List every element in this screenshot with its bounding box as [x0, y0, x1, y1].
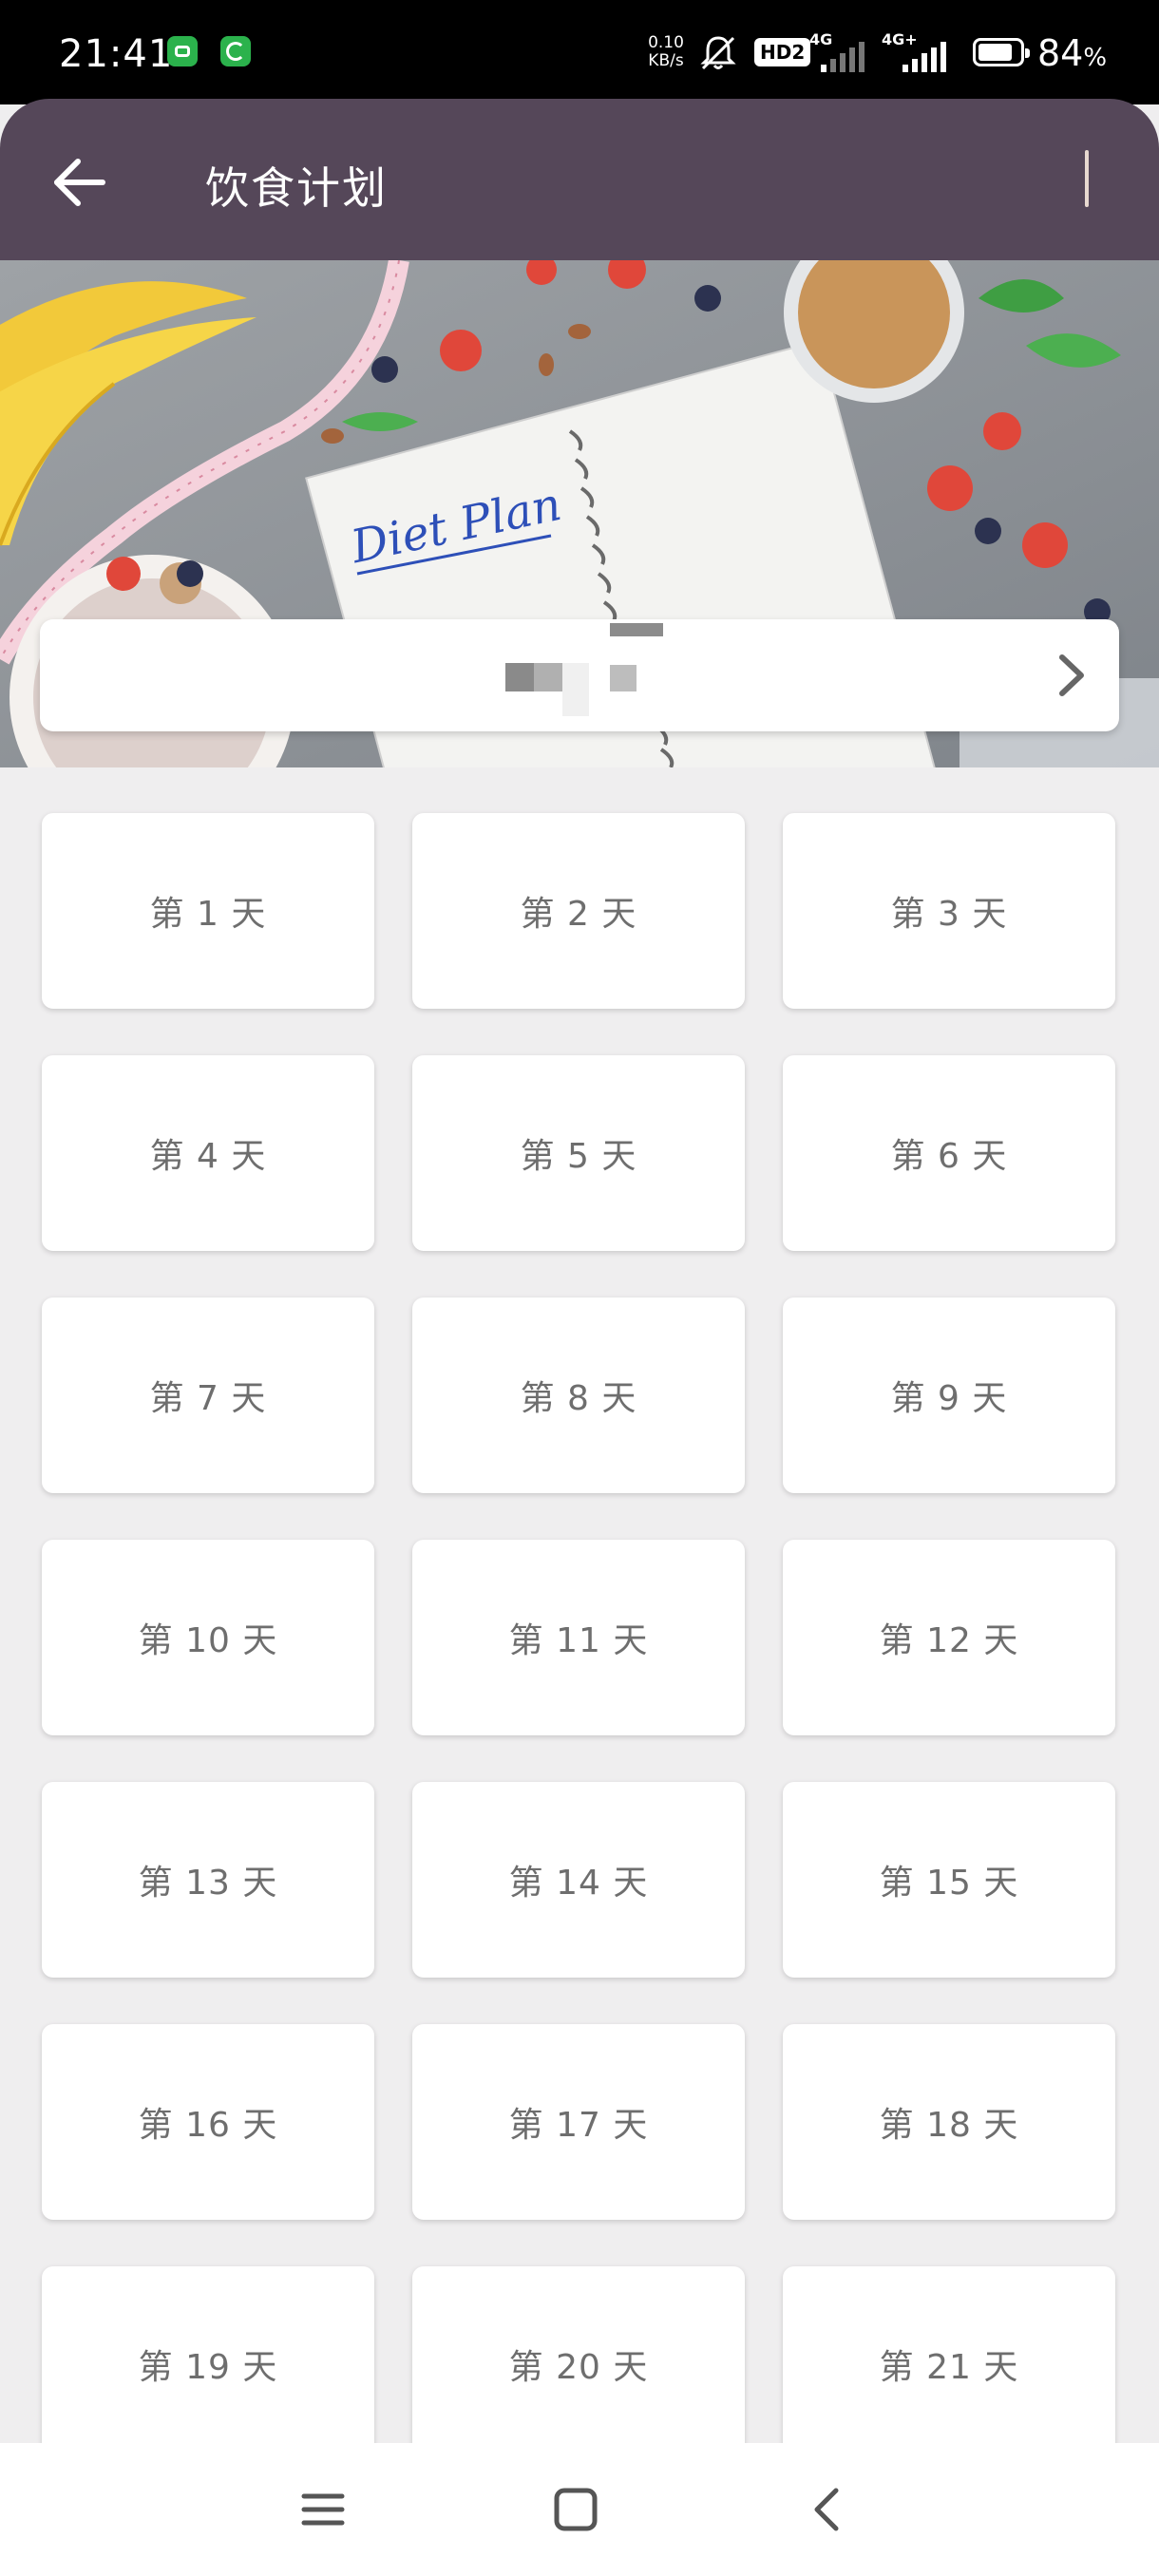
- mute-icon: [700, 36, 736, 70]
- day-card[interactable]: 第 1 天: [42, 813, 374, 1009]
- day-card[interactable]: 第 9 天: [783, 1297, 1115, 1493]
- page-title: 饮食计划: [205, 162, 388, 214]
- battery-percentage: 84%: [1037, 32, 1107, 74]
- day-card[interactable]: 第 17 天: [412, 2024, 745, 2220]
- redacted-block: [610, 665, 636, 691]
- status-bar: 21:41 0.10 KB/s HD2 4G 4G+ 84%: [0, 0, 1159, 104]
- square-home-icon: [554, 2488, 598, 2531]
- battery-unit: %: [1083, 44, 1108, 72]
- network-speed: 0.10 KB/s: [642, 34, 690, 70]
- day-card[interactable]: 第 11 天: [412, 1540, 745, 1735]
- battery-cap: [1025, 48, 1030, 58]
- day-card[interactable]: 第 2 天: [412, 813, 745, 1009]
- day-card[interactable]: 第 20 天: [412, 2266, 745, 2462]
- day-card[interactable]: 第 12 天: [783, 1540, 1115, 1735]
- network-speed-unit: KB/s: [648, 51, 684, 70]
- day-card[interactable]: 第 21 天: [783, 2266, 1115, 2462]
- chevron-right-icon: [1059, 654, 1084, 696]
- day-card[interactable]: 第 5 天: [412, 1055, 745, 1251]
- day-card[interactable]: 第 16 天: [42, 2024, 374, 2220]
- nav-menu-button[interactable]: [293, 2479, 353, 2540]
- sync-notification-icon: [220, 36, 251, 66]
- overflow-menu-marker[interactable]: [1085, 150, 1089, 207]
- signal-sim1: 4G: [809, 30, 876, 72]
- redacted-block: [505, 663, 534, 691]
- signal-sim2: 4G+: [882, 30, 958, 72]
- redacted-block: [610, 623, 663, 636]
- battery-number: 84: [1037, 32, 1084, 74]
- day-card[interactable]: 第 10 天: [42, 1540, 374, 1735]
- menu-icon: [301, 2493, 345, 2526]
- app-bar: 饮食计划: [0, 99, 1159, 260]
- nav-home-button[interactable]: [545, 2479, 606, 2540]
- wechat-notification-icon: [167, 36, 198, 66]
- redacted-block: [534, 663, 562, 691]
- day-card[interactable]: 第 6 天: [783, 1055, 1115, 1251]
- battery-icon: [973, 38, 1030, 66]
- day-card[interactable]: 第 4 天: [42, 1055, 374, 1251]
- day-card[interactable]: 第 14 天: [412, 1782, 745, 1978]
- day-card[interactable]: 第 7 天: [42, 1297, 374, 1493]
- redacted-block: [562, 663, 589, 716]
- network-speed-value: 0.10: [648, 33, 684, 52]
- chevron-left-icon: [814, 2488, 839, 2531]
- system-nav-bar: [0, 2443, 1159, 2576]
- banner-card[interactable]: [40, 619, 1119, 731]
- day-card[interactable]: 第 13 天: [42, 1782, 374, 1978]
- day-card[interactable]: 第 19 天: [42, 2266, 374, 2462]
- arrow-left-icon: [54, 159, 105, 206]
- signal-bars-sim2-icon: [902, 42, 946, 72]
- day-card[interactable]: 第 15 天: [783, 1782, 1115, 1978]
- day-card[interactable]: 第 8 天: [412, 1297, 745, 1493]
- back-button[interactable]: [46, 148, 114, 217]
- nav-back-button[interactable]: [798, 2479, 859, 2540]
- signal-bars-sim1-icon: [821, 42, 864, 72]
- day-card[interactable]: 第 18 天: [783, 2024, 1115, 2220]
- hd-voice-badge: HD2: [754, 38, 811, 66]
- battery-fill: [978, 44, 1012, 61]
- status-time: 21:41: [59, 32, 174, 76]
- day-card[interactable]: 第 3 天: [783, 813, 1115, 1009]
